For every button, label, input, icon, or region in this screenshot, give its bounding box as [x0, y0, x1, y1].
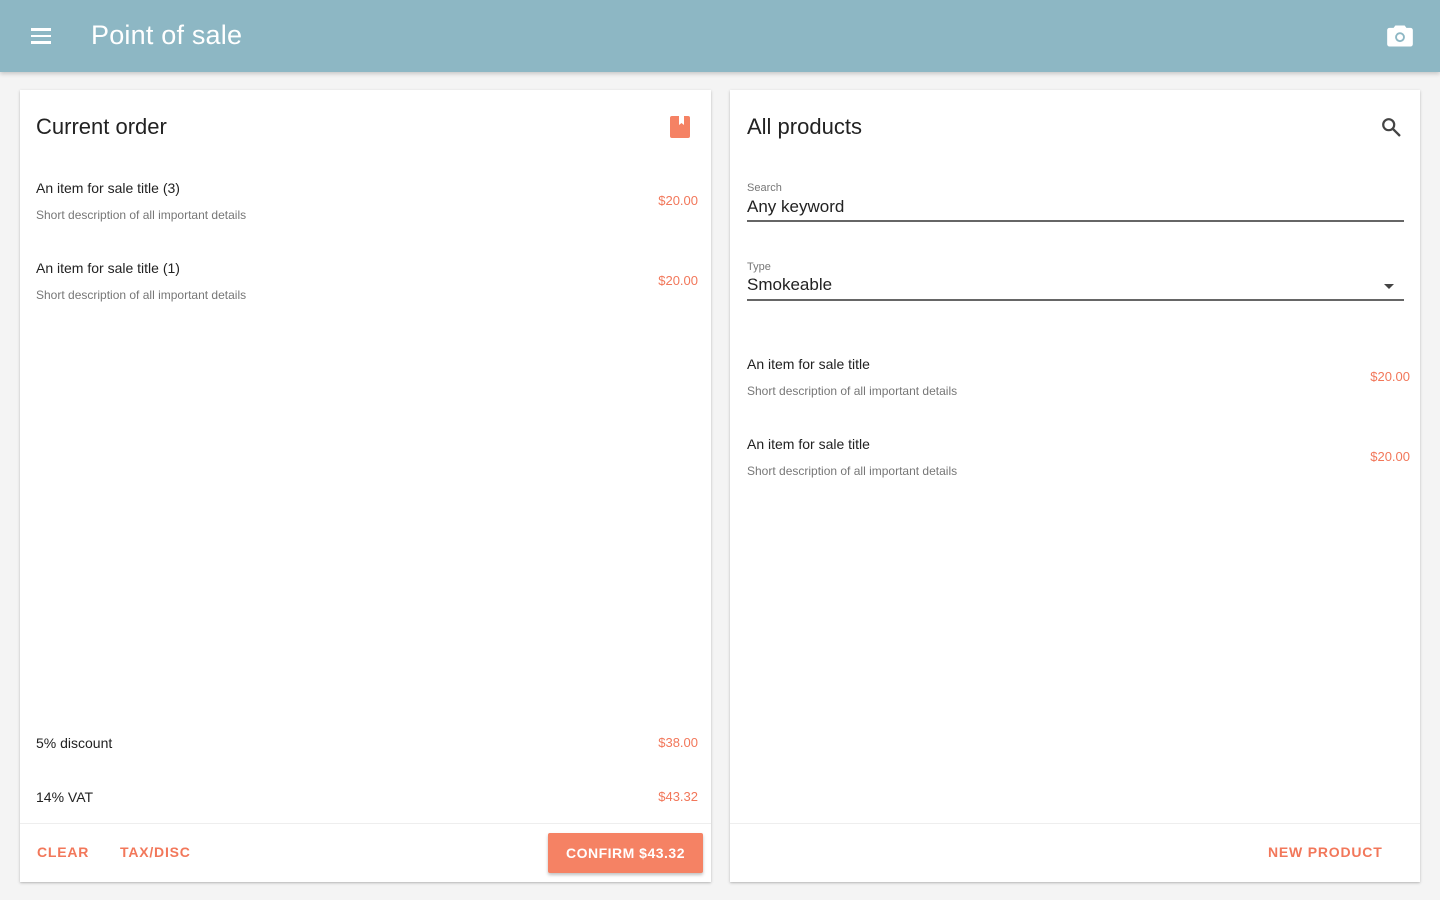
order-item-description: Short description of all important detai… — [36, 208, 247, 222]
product-item[interactable]: An item for sale title Short description… — [747, 436, 1410, 496]
menu-icon[interactable] — [28, 24, 54, 48]
order-item-title: An item for sale title (3) — [36, 180, 180, 196]
search-label: Search — [747, 182, 782, 194]
product-item-price: $20.00 — [1370, 369, 1410, 384]
order-item-price: $20.00 — [658, 273, 698, 288]
product-item-price: $20.00 — [1370, 449, 1410, 464]
order-item-price: $20.00 — [658, 193, 698, 208]
product-item-description: Short description of all important detai… — [747, 464, 958, 478]
current-order-card: Current order An item for sale title (3)… — [20, 90, 711, 882]
search-icon[interactable] — [1380, 116, 1402, 138]
vat-value: $43.32 — [658, 789, 698, 804]
tax-disc-button[interactable]: TAX/DISC — [120, 844, 191, 860]
order-footer: CLEAR TAX/DISC CONFIRM $43.32 — [20, 823, 711, 882]
order-item[interactable]: An item for sale title (3) Short descrip… — [36, 180, 698, 240]
product-item-title: An item for sale title — [747, 356, 870, 372]
all-products-card: All products Search Type Smokeable An it… — [730, 90, 1420, 882]
products-footer: NEW PRODUCT — [730, 823, 1420, 882]
vat-label: 14% VAT — [36, 789, 94, 805]
type-select-value: Smokeable — [747, 275, 833, 294]
all-products-title: All products — [747, 114, 862, 139]
app-title: Point of sale — [91, 20, 243, 50]
search-input[interactable] — [747, 194, 1404, 222]
camera-icon[interactable] — [1386, 24, 1414, 48]
dropdown-arrow-icon — [1384, 284, 1394, 289]
bookmark-icon[interactable] — [670, 116, 690, 138]
product-item-title: An item for sale title — [747, 436, 870, 452]
clear-button[interactable]: CLEAR — [37, 844, 89, 860]
product-item-description: Short description of all important detai… — [747, 384, 958, 398]
app-bar: Point of sale — [0, 0, 1440, 72]
order-item-description: Short description of all important detai… — [36, 288, 247, 302]
type-select[interactable]: Smokeable — [747, 273, 1404, 301]
new-product-button[interactable]: NEW PRODUCT — [1268, 844, 1383, 860]
discount-value: $38.00 — [658, 735, 698, 750]
order-item[interactable]: An item for sale title (1) Short descrip… — [36, 260, 698, 320]
confirm-button[interactable]: CONFIRM $43.32 — [548, 833, 703, 873]
discount-label: 5% discount — [36, 735, 113, 751]
order-item-title: An item for sale title (1) — [36, 260, 180, 276]
product-item[interactable]: An item for sale title Short description… — [747, 356, 1410, 416]
type-label: Type — [747, 261, 771, 273]
current-order-title: Current order — [36, 114, 167, 139]
